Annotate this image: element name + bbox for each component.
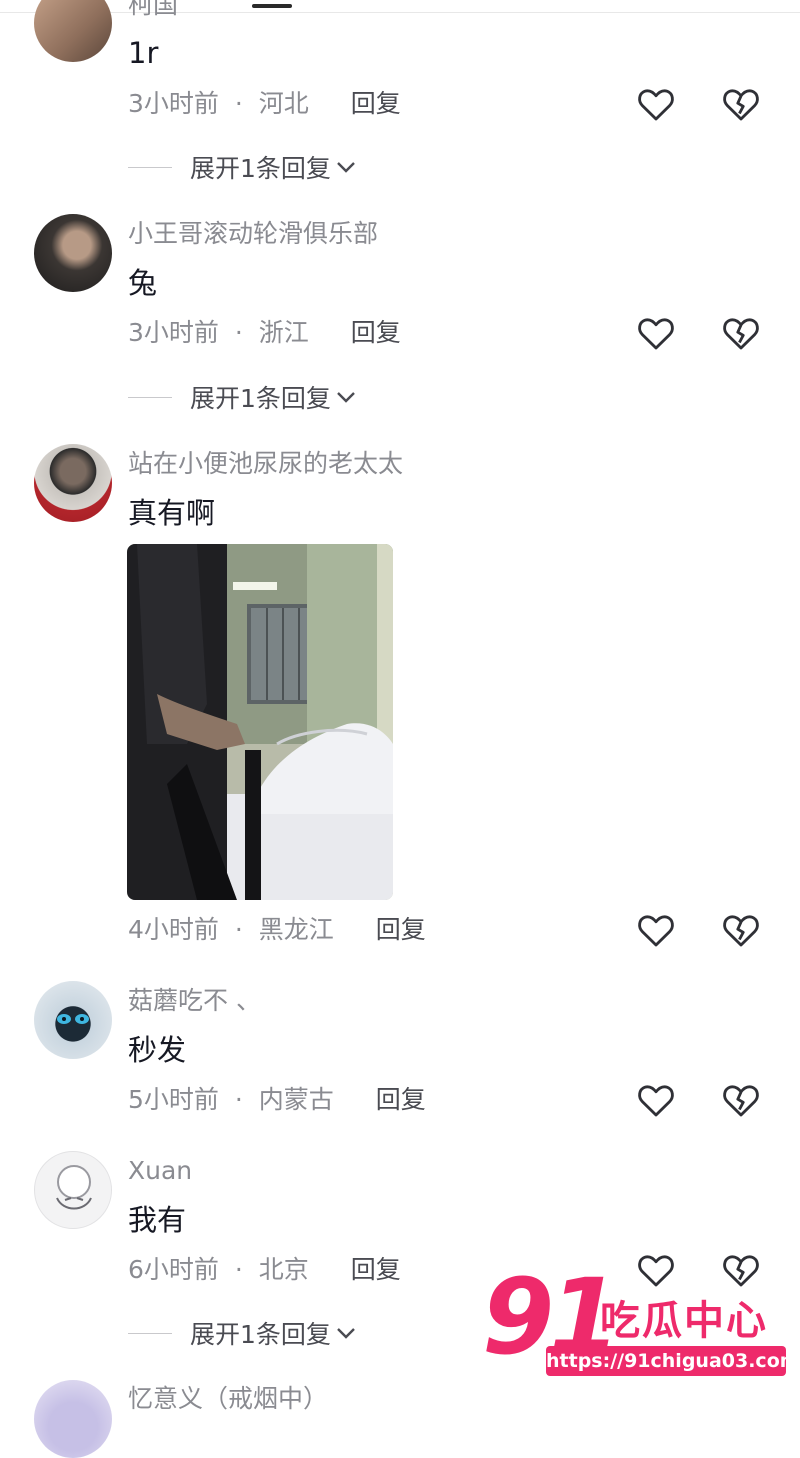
comment-text: 兔: [128, 266, 158, 300]
expand-label: 展开1条回复: [190, 384, 331, 413]
dislike-icon[interactable]: [722, 86, 760, 122]
sheep-avatar-image: [56, 1165, 92, 1210]
watermark-brand: 吃瓜中心: [600, 1298, 768, 1344]
comment-region: 北京: [258, 1255, 309, 1284]
like-icon[interactable]: [637, 315, 675, 351]
comment-region: 河北: [258, 89, 309, 118]
reply-button[interactable]: 回复: [376, 1085, 426, 1114]
comment-region: 黑龙江: [258, 915, 334, 944]
comment-time: 5小时前: [128, 1085, 219, 1114]
expand-replies-button[interactable]: 展开1条回复: [128, 1315, 357, 1349]
reply-button[interactable]: 回复: [351, 318, 401, 347]
comment-author[interactable]: 小王哥滚动轮滑俱乐部: [128, 219, 378, 249]
reply-button[interactable]: 回复: [376, 915, 426, 944]
comment-author[interactable]: 忆意义（戒烟中）: [128, 1384, 328, 1414]
comment-time: 4小时前: [128, 915, 219, 944]
separator: ·: [234, 1255, 243, 1284]
comment-region: 浙江: [258, 318, 309, 347]
comment-image[interactable]: [127, 544, 393, 900]
comment-meta: 3小时前 · 浙江 回复: [128, 318, 401, 348]
expand-label: 展开1条回复: [190, 1320, 331, 1349]
watermark-url: https://91chigua03.com: [546, 1346, 800, 1376]
chevron-down-icon: [337, 162, 355, 173]
comment-meta: 5小时前 · 内蒙古 回复: [128, 1085, 426, 1115]
like-icon[interactable]: [637, 912, 675, 948]
cat-avatar-image: [57, 1014, 89, 1024]
comment-time: 3小时前: [128, 318, 219, 347]
comment-region: 内蒙古: [258, 1085, 334, 1114]
comment-time: 6小时前: [128, 1255, 219, 1284]
reply-button[interactable]: 回复: [351, 1255, 401, 1284]
divider: [128, 166, 172, 168]
separator: ·: [234, 1085, 243, 1114]
separator: ·: [234, 318, 243, 347]
watermark-logo: 91 吃瓜中心 https://91chigua03.com: [482, 1262, 800, 1390]
drag-handle[interactable]: [252, 4, 292, 8]
avatar[interactable]: [34, 444, 112, 522]
avatar[interactable]: [34, 1151, 112, 1229]
comment-author[interactable]: 站在小便池尿尿的老太太: [128, 449, 403, 479]
avatar[interactable]: [34, 0, 112, 62]
divider: [128, 396, 172, 398]
comment-text: 1r: [128, 36, 159, 70]
reply-button[interactable]: 回复: [351, 89, 401, 118]
comment-text: 秒发: [128, 1033, 187, 1067]
separator: ·: [234, 915, 243, 944]
comment-author[interactable]: 菇蘑吃不 、: [128, 986, 261, 1016]
comment-author[interactable]: 柯国: [128, 0, 178, 20]
avatar[interactable]: [34, 1380, 112, 1458]
expand-replies-button[interactable]: 展开1条回复: [128, 149, 357, 183]
dislike-icon[interactable]: [722, 1082, 760, 1118]
top-bar: [0, 0, 800, 13]
avatar[interactable]: [34, 214, 112, 292]
comment-author[interactable]: Xuan: [128, 1156, 192, 1186]
expand-label: 展开1条回复: [190, 154, 331, 183]
comment-meta: 3小时前 · 河北 回复: [128, 89, 401, 119]
comment-time: 3小时前: [128, 89, 219, 118]
chevron-down-icon: [337, 1328, 355, 1339]
avatar[interactable]: [34, 981, 112, 1059]
chevron-down-icon: [337, 392, 355, 403]
dislike-icon[interactable]: [722, 315, 760, 351]
comment-meta: 4小时前 · 黑龙江 回复: [128, 915, 426, 945]
dislike-icon[interactable]: [722, 912, 760, 948]
comment-meta: 6小时前 · 北京 回复: [128, 1255, 401, 1285]
hospital-room-photo: [127, 544, 393, 900]
divider: [128, 1332, 172, 1334]
separator: ·: [234, 89, 243, 118]
expand-replies-button[interactable]: 展开1条回复: [128, 379, 357, 413]
comment-text: 真有啊: [128, 496, 216, 530]
like-icon[interactable]: [637, 1082, 675, 1118]
like-icon[interactable]: [637, 86, 675, 122]
comment-text: 我有: [128, 1203, 187, 1237]
